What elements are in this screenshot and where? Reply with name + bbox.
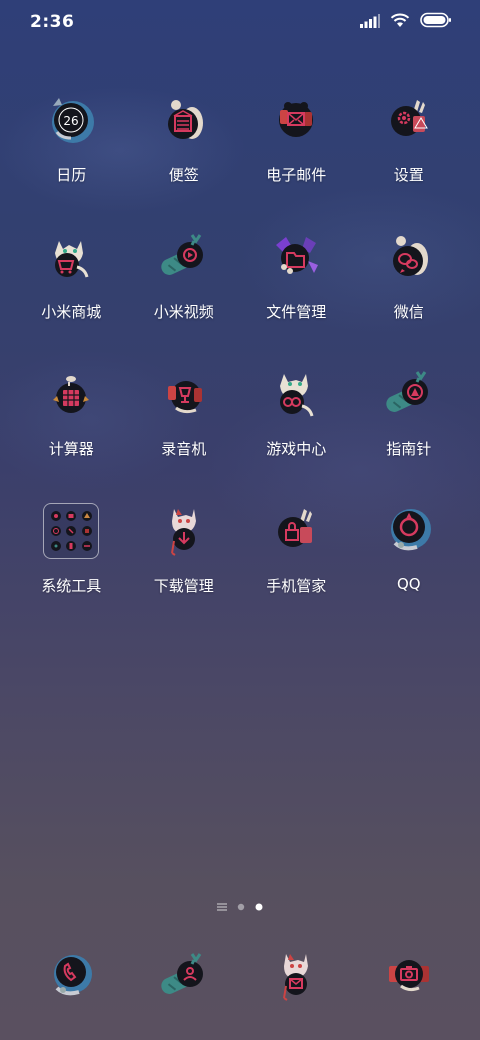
app-label: 游戏中心 [266, 440, 327, 458]
app-label: 系统工具 [41, 577, 102, 595]
app-mi-video[interactable]: 小米视频 [128, 225, 241, 362]
app-label: 指南针 [386, 440, 432, 458]
dock-contacts[interactable] [128, 940, 241, 1012]
page-dot-2[interactable] [237, 896, 245, 915]
battery-icon [420, 12, 452, 32]
wifi-icon [390, 12, 410, 32]
app-label: 便签 [168, 166, 199, 184]
contacts-icon [152, 944, 216, 1008]
system-tools-folder-icon [39, 499, 103, 563]
mini-app-icon [65, 509, 78, 522]
mini-app-icon [80, 524, 93, 537]
dock-messages[interactable] [240, 940, 353, 1012]
mini-app-icon [80, 540, 93, 553]
settings-icon [377, 88, 441, 152]
app-wechat[interactable]: 微信 [353, 225, 466, 362]
recorder-icon [152, 362, 216, 426]
clock: 2:36 [30, 12, 75, 32]
app-label: 设置 [393, 166, 424, 184]
app-grid: 26 日历 便签 电子邮件 设置 小米商城 小米视频 文件管理 微信 计算器 录… [15, 88, 465, 636]
app-mi-store[interactable]: 小米商城 [15, 225, 128, 362]
app-label: 日历 [56, 166, 87, 184]
app-label: 手机管家 [266, 577, 327, 595]
compass-icon [377, 362, 441, 426]
app-label: 文件管理 [266, 303, 327, 321]
messages-icon [264, 944, 328, 1008]
app-label: 电子邮件 [266, 166, 327, 184]
status-bar: 2:36 [0, 0, 480, 44]
app-label: 录音机 [161, 440, 207, 458]
status-icons [360, 12, 452, 32]
calendar-date: 26 [64, 114, 79, 128]
page-indicator-list-icon[interactable] [217, 896, 227, 915]
calendar-icon: 26 [39, 88, 103, 152]
app-notes[interactable]: 便签 [128, 88, 241, 225]
folder-system-tools[interactable]: 系统工具 [15, 499, 128, 636]
app-compass[interactable]: 指南针 [353, 362, 466, 499]
qq-icon [377, 499, 441, 563]
mini-app-icon [80, 509, 93, 522]
signal-icon [360, 13, 380, 32]
mini-app-icon [49, 540, 62, 553]
app-recorder[interactable]: 录音机 [128, 362, 241, 499]
app-downloads[interactable]: 下载管理 [128, 499, 241, 636]
folder-preview [43, 503, 100, 559]
dock-phone[interactable] [15, 940, 128, 1012]
app-calculator[interactable]: 计算器 [15, 362, 128, 499]
app-game-center[interactable]: 游戏中心 [240, 362, 353, 499]
app-label: 小米视频 [153, 303, 214, 321]
page-dot-current[interactable] [255, 896, 263, 915]
downloads-icon [152, 499, 216, 563]
dock-camera[interactable] [353, 940, 466, 1012]
app-label: 计算器 [48, 440, 94, 458]
phone-icon [39, 944, 103, 1008]
calculator-icon [39, 362, 103, 426]
page-indicator [0, 896, 480, 915]
camera-icon [377, 944, 441, 1008]
mi-store-icon [39, 225, 103, 289]
mini-app-icon [65, 524, 78, 537]
app-label: QQ [396, 575, 421, 593]
app-label: 小米商城 [41, 303, 102, 321]
app-label: 微信 [393, 303, 424, 321]
app-settings[interactable]: 设置 [353, 88, 466, 225]
mi-video-icon [152, 225, 216, 289]
notes-icon [152, 88, 216, 152]
app-label: 下载管理 [153, 577, 214, 595]
game-center-icon [264, 362, 328, 426]
wechat-icon [377, 225, 441, 289]
app-calendar[interactable]: 26 日历 [15, 88, 128, 225]
security-icon [264, 499, 328, 563]
mini-app-icon [65, 540, 78, 553]
app-email[interactable]: 电子邮件 [240, 88, 353, 225]
mini-app-icon [49, 509, 62, 522]
email-icon [264, 88, 328, 152]
file-manager-icon [264, 225, 328, 289]
dock [15, 940, 465, 1012]
mini-app-icon [49, 524, 62, 537]
app-file-manager[interactable]: 文件管理 [240, 225, 353, 362]
app-qq[interactable]: QQ [353, 499, 466, 636]
app-security[interactable]: 手机管家 [240, 499, 353, 636]
